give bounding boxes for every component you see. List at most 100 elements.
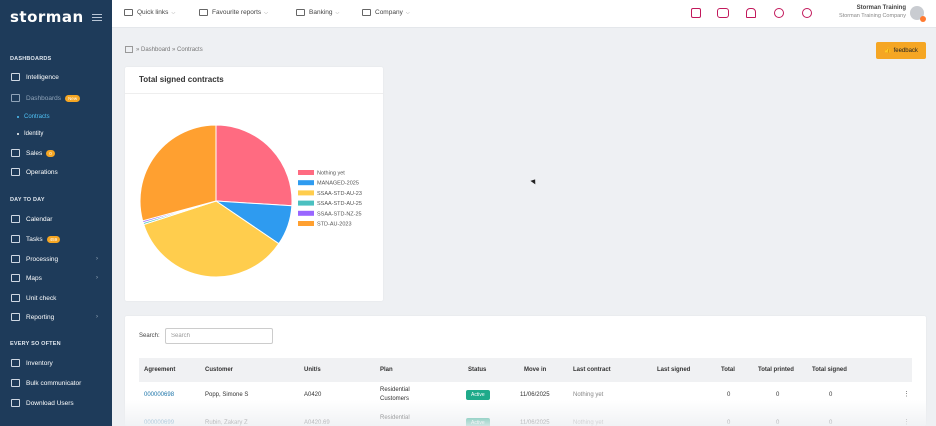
- sidebar-subitem-identity[interactable]: Identity: [0, 128, 112, 140]
- legend-label-0[interactable]: Nothing yet: [317, 171, 345, 177]
- chevron-right-icon: ›: [96, 314, 98, 320]
- plan-cell-line2: Customers: [380, 396, 410, 402]
- sidebar-item-unit-check[interactable]: Unit check: [0, 291, 112, 305]
- chat-icon[interactable]: [717, 8, 729, 18]
- user-name: Storman Training: [856, 5, 906, 11]
- legend-swatch-2[interactable]: [298, 190, 314, 196]
- menu-company[interactable]: Company ⌵: [362, 9, 410, 16]
- total-cell: 0: [727, 420, 731, 426]
- refresh-icon[interactable]: [774, 8, 784, 18]
- legend-label-1[interactable]: MANAGED-2025: [317, 181, 359, 187]
- chart-icon: [11, 73, 20, 81]
- search-input[interactable]: [165, 328, 273, 344]
- sidebar-item-dashboards[interactable]: Dashboards New: [0, 91, 112, 105]
- bell-icon[interactable]: [746, 8, 756, 18]
- menu-favourite-reports[interactable]: Favourite reports ⌵: [199, 9, 268, 16]
- legend-label-2[interactable]: SSAA-STD-AU-23: [317, 191, 362, 197]
- breadcrumb-dashboard[interactable]: Dashboard: [141, 47, 170, 53]
- hamburger-menu-icon[interactable]: [91, 12, 102, 23]
- column-header-customer[interactable]: Customer: [205, 367, 233, 373]
- legend-swatch-3[interactable]: [298, 200, 314, 206]
- section-label-day-to-day: DAY TO DAY: [10, 197, 45, 203]
- column-header-total-signed[interactable]: Total signed: [812, 367, 847, 373]
- legend-swatch-1[interactable]: [298, 180, 314, 186]
- dashboard-icon: [11, 94, 20, 102]
- column-header-units[interactable]: Unit/s: [304, 367, 321, 373]
- breadcrumb: » Dashboard » Contracts: [125, 46, 203, 53]
- more-actions-icon[interactable]: ⋮: [903, 418, 910, 426]
- communicator-icon: [11, 379, 20, 387]
- move-in-cell: 11/06/2025: [520, 392, 550, 398]
- column-header-agreement[interactable]: Agreement: [144, 367, 175, 373]
- column-header-total-printed[interactable]: Total printed: [758, 367, 794, 373]
- user-info[interactable]: Storman Training Storman Training Compan…: [839, 5, 906, 19]
- agreement-link[interactable]: 000000698: [144, 392, 174, 398]
- sidebar-item-label: Tasks: [26, 235, 43, 243]
- reports-icon: [199, 9, 208, 16]
- column-header-move-in[interactable]: Move in: [524, 367, 546, 373]
- sidebar-item-bulk-communicator[interactable]: Bulk communicator: [0, 376, 112, 390]
- column-header-status[interactable]: Status: [468, 367, 486, 373]
- chevron-down-icon: ⌵: [405, 9, 410, 16]
- bullet-icon: [17, 133, 19, 135]
- clipboard-icon: [11, 168, 20, 176]
- download-cloud-icon: [11, 399, 20, 407]
- processing-icon: [11, 255, 20, 263]
- chevron-right-icon: ›: [96, 275, 98, 281]
- section-label-every-so-often: EVERY SO OFTEN: [10, 341, 61, 347]
- storman-logo[interactable]: storman: [10, 8, 84, 26]
- menu-label: Banking: [309, 9, 333, 16]
- column-header-plan[interactable]: Plan: [380, 367, 393, 373]
- sidebar-item-label: Operations: [26, 168, 58, 176]
- column-header-last-signed[interactable]: Last signed: [657, 367, 690, 373]
- feedback-button[interactable]: 👍 feedback: [876, 42, 926, 59]
- building-icon[interactable]: [691, 8, 701, 18]
- home-icon[interactable]: [125, 46, 133, 53]
- sidebar-item-processing[interactable]: Processing ›: [0, 252, 112, 266]
- user-company: Storman Training Company: [839, 13, 906, 19]
- legend-label-5[interactable]: STD-AU-2023: [317, 222, 352, 228]
- last-contract-cell: Nothing yet: [573, 392, 604, 398]
- legend-swatch-4[interactable]: [298, 210, 314, 216]
- column-header-last-contract[interactable]: Last contract: [573, 367, 611, 373]
- avatar[interactable]: [910, 6, 926, 22]
- pie-slice-0[interactable]: [215, 124, 293, 207]
- sidebar-item-calendar[interactable]: Calendar: [0, 212, 112, 226]
- total-signed-cell: 0: [829, 392, 833, 398]
- thumbs-up-icon: 👍: [884, 48, 892, 54]
- sidebar-item-operations[interactable]: Operations: [0, 165, 112, 179]
- feedback-label: feedback: [893, 47, 918, 54]
- logo-area: storman: [0, 0, 112, 34]
- last-contract-cell: Nothing yet: [573, 420, 604, 426]
- menu-quick-links[interactable]: Quick links ⌵: [124, 9, 175, 16]
- legend-swatch-5[interactable]: [298, 221, 314, 226]
- sidebar-item-inventory[interactable]: Inventory: [0, 356, 112, 370]
- user-circle-icon[interactable]: [802, 8, 812, 18]
- sidebar-item-reporting[interactable]: Reporting ›: [0, 310, 112, 324]
- table-row[interactable]: 000000699 Rubin, Zakary Z A0420.69 Resid…: [139, 410, 912, 426]
- more-actions-icon[interactable]: ⋮: [903, 390, 910, 398]
- sidebar-item-tasks[interactable]: Tasks 459: [0, 232, 112, 246]
- column-header-total[interactable]: Total: [721, 367, 735, 373]
- legend-swatch-0[interactable]: [298, 170, 314, 175]
- table-row[interactable]: 000000698 Popp, Simone S A0420 Residenti…: [139, 382, 912, 408]
- legend-label-3[interactable]: SSAA-STD-AU-25: [317, 201, 362, 207]
- sidebar-item-sales[interactable]: Sales 0: [0, 146, 112, 160]
- total-printed-cell: 0: [776, 420, 780, 426]
- sidebar-item-download-users[interactable]: Download Users: [0, 396, 112, 410]
- map-icon: [11, 274, 20, 282]
- bullet-icon: [17, 116, 19, 118]
- sidebar-item-intelligence[interactable]: Intelligence: [0, 70, 112, 84]
- sidebar-item-maps[interactable]: Maps ›: [0, 271, 112, 285]
- sidebar-subitem-contracts[interactable]: Contracts: [0, 111, 112, 123]
- sidebar-item-label: Contracts: [24, 114, 50, 120]
- sidebar-item-label: Bulk communicator: [26, 379, 82, 387]
- agreement-link[interactable]: 000000699: [144, 420, 174, 426]
- customer-cell: Popp, Simone S: [205, 392, 249, 398]
- plan-cell-line1: Residential: [380, 415, 410, 421]
- pie-chart: Nothing yet MANAGED-2025 SSAA-STD-AU-23 SSA…: [139, 124, 362, 278]
- legend-label-4[interactable]: SSAA-STD-NZ-25: [317, 211, 362, 217]
- contracts-table-card: Search: Agreement Customer Unit/s Plan S…: [125, 316, 926, 426]
- menu-banking[interactable]: Banking ⌵: [296, 9, 339, 16]
- sidebar-item-label: Download Users: [26, 399, 74, 407]
